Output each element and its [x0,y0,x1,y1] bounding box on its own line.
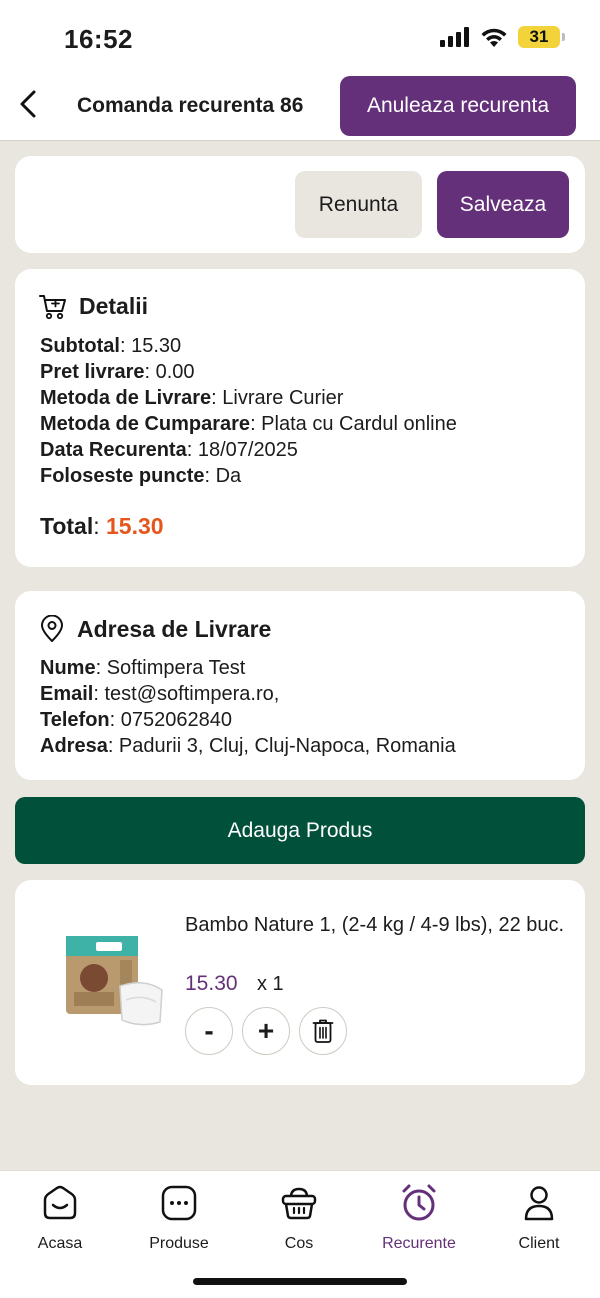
address-row-email: Email: test@softimpera.ro, [40,683,280,705]
tab-label-recurente: Recurente [382,1235,456,1252]
products-icon [161,1185,197,1221]
tab-client[interactable]: Client [489,1181,589,1253]
save-button[interactable]: Salveaza [437,171,569,238]
location-pin-icon [41,615,63,642]
status-time: 16:52 [64,24,133,54]
detail-row-payment-method: Metoda de Cumparare: Plata cu Cardul onl… [40,413,457,435]
page-title: Comanda recurenta 86 [77,94,304,117]
detail-row-subtotal: Subtotal: 15.30 [40,335,182,357]
battery-indicator: 31 [518,26,565,48]
tab-recurente[interactable]: Recurente [369,1181,469,1253]
tab-label-acasa: Acasa [37,1235,83,1252]
delete-product-button[interactable] [299,1007,347,1055]
detail-row-delivery-method: Metoda de Livrare: Livrare Curier [40,387,344,409]
detail-row-use-points: Foloseste puncte: Da [40,465,242,487]
detail-row-delivery-price: Pret livrare: 0.00 [40,361,195,383]
product-image[interactable] [60,930,170,1030]
address-row-phone: Telefon: 0752062840 [40,709,232,731]
address-title: Adresa de Livrare [77,615,272,642]
home-icon [43,1185,77,1220]
address-row-name: Nume: Softimpera Test [40,657,246,679]
details-header: Detalii [39,293,148,320]
address-rows: Nume: Softimpera Test Email: test@softim… [40,655,456,759]
tab-label-produse: Produse [149,1235,209,1252]
cancel-recurrence-button[interactable]: Anuleaza recurenta [340,76,576,136]
user-icon [524,1186,554,1221]
increase-quantity-button[interactable]: + [242,1007,290,1055]
status-bar: 16:52 31 [0,0,600,70]
wifi-icon [481,28,507,47]
tab-acasa[interactable]: Acasa [10,1181,110,1253]
back-button[interactable] [8,84,48,124]
tab-label-client: Client [518,1235,560,1252]
signal-icon [440,27,469,47]
cancel-button[interactable]: Renunta [295,171,422,238]
add-product-button[interactable]: Adauga Produs [15,797,585,864]
cart-icon [39,294,66,319]
address-row-address: Adresa: Padurii 3, Cluj, Cluj-Napoca, Ro… [40,735,456,757]
product-quantity: x 1 [257,973,284,995]
order-total: Total: 15.30 [40,513,164,539]
alarm-clock-icon [402,1184,436,1221]
status-icons: 31 [440,26,565,48]
actions-card: Renunta Salveaza [15,156,585,253]
trash-icon [312,1019,334,1043]
details-title: Detalii [79,293,149,319]
product-card: Bambo Nature 1, (2-4 kg / 4-9 lbs), 22 b… [15,880,585,1085]
header: Comanda recurenta 86 Anuleaza recurenta [0,70,600,141]
address-header: Adresa de Livrare [39,615,271,643]
decrease-quantity-button[interactable]: - [185,1007,233,1055]
total-value: 15.30 [106,513,164,539]
address-card: Adresa de Livrare Nume: Softimpera Test … [15,591,585,780]
home-indicator [193,1278,407,1285]
detail-row-recurrence-date: Data Recurenta: 18/07/2025 [40,439,298,461]
details-rows: Subtotal: 15.30 Pret livrare: 0.00 Metod… [40,333,457,489]
chevron-left-icon [20,90,36,118]
tab-cos[interactable]: Cos [249,1181,349,1253]
tab-produse[interactable]: Produse [129,1181,229,1253]
details-card: Detalii Subtotal: 15.30 Pret livrare: 0.… [15,269,585,567]
basket-icon [281,1187,317,1220]
tab-label-cos: Cos [284,1235,314,1252]
product-price: 15.30 [185,972,238,995]
product-name[interactable]: Bambo Nature 1, (2-4 kg / 4-9 lbs), 22 b… [185,912,565,938]
